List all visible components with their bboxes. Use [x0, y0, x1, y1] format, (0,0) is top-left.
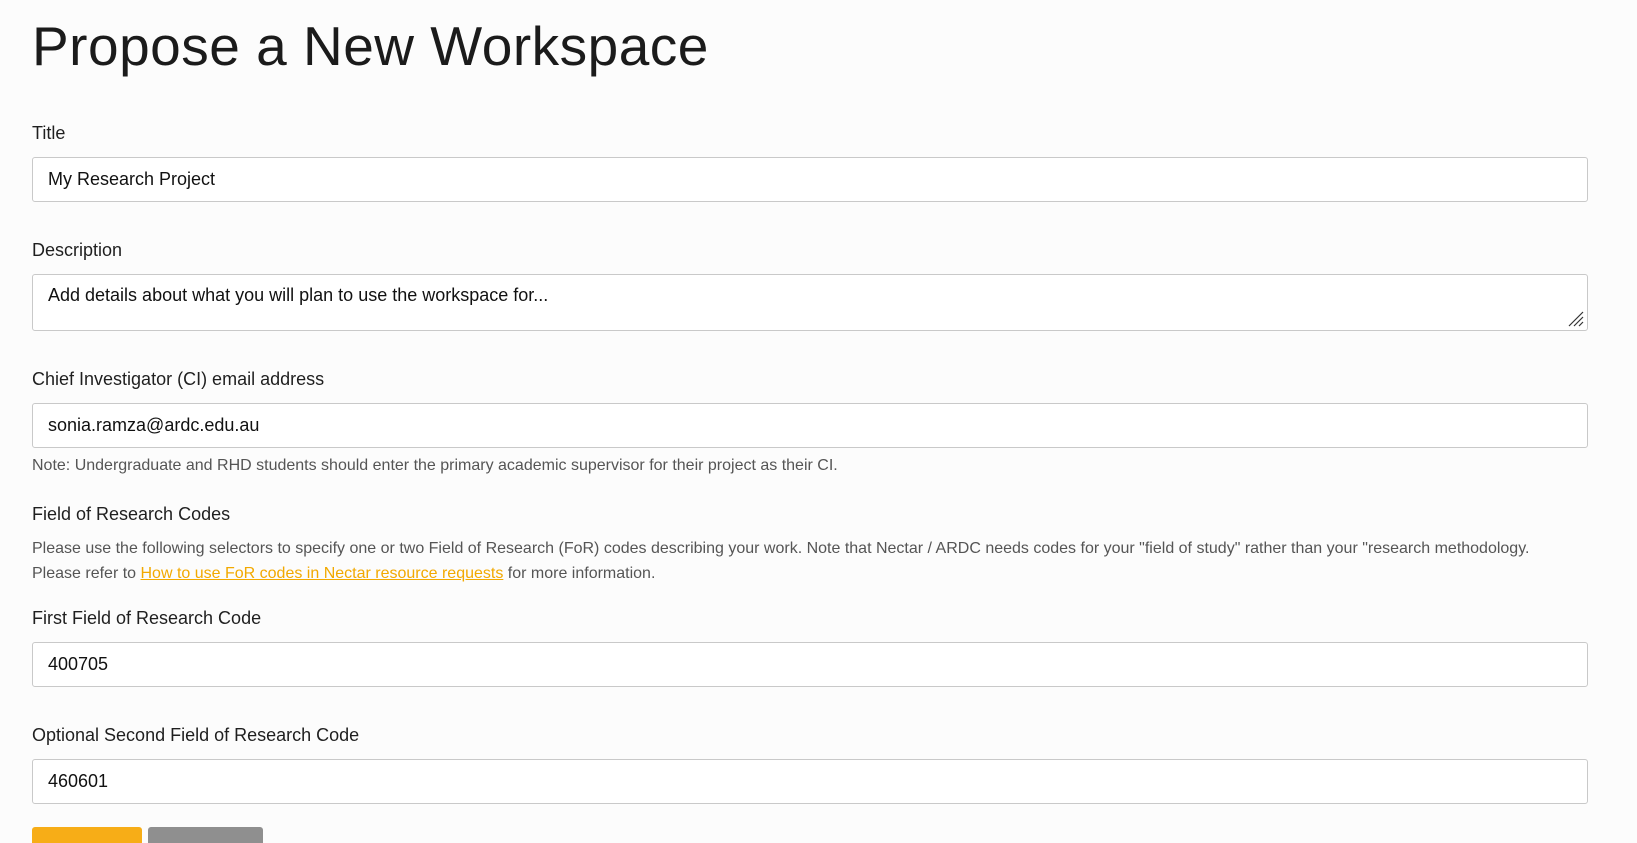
description-wrapper: Add details about what you will plan to … [32, 274, 1588, 331]
for-section-label: Field of Research Codes [32, 504, 231, 524]
form-actions: SUBMIT CANCEL [32, 827, 1588, 843]
page-title: Propose a New Workspace [32, 15, 709, 77]
for-help-suffix: for more information. [503, 565, 656, 582]
resize-handle-icon[interactable] [1566, 309, 1584, 327]
for-help-line-2: Please refer to How to use FoR codes in … [32, 561, 1588, 586]
cancel-button[interactable]: CANCEL [148, 827, 263, 843]
first-for-label: First Field of Research Code [32, 608, 262, 628]
for-help-link[interactable]: How to use FoR codes in Nectar resource … [141, 565, 504, 582]
first-for-input[interactable] [32, 642, 1588, 687]
title-label: Title [32, 123, 66, 143]
page: Propose a New Workspace Title Descriptio… [0, 0, 1637, 843]
ci-email-label: Chief Investigator (CI) email address [32, 369, 325, 389]
ci-note: Note: Undergraduate and RHD students sho… [32, 457, 838, 474]
description-textarea[interactable]: Add details about what you will plan to … [32, 274, 1588, 331]
workspace-proposal-form: Title Description Add details about what… [32, 122, 1588, 843]
for-help-text: Please use the following selectors to sp… [32, 536, 1588, 586]
submit-button[interactable]: SUBMIT [32, 827, 142, 843]
title-input[interactable] [32, 157, 1588, 202]
ci-email-input[interactable] [32, 403, 1588, 448]
description-label: Description [32, 240, 123, 260]
for-help-prefix: Please refer to [32, 565, 141, 582]
second-for-label: Optional Second Field of Research Code [32, 725, 360, 745]
for-help-line-1: Please use the following selectors to sp… [32, 540, 1530, 557]
second-for-input[interactable] [32, 759, 1588, 804]
